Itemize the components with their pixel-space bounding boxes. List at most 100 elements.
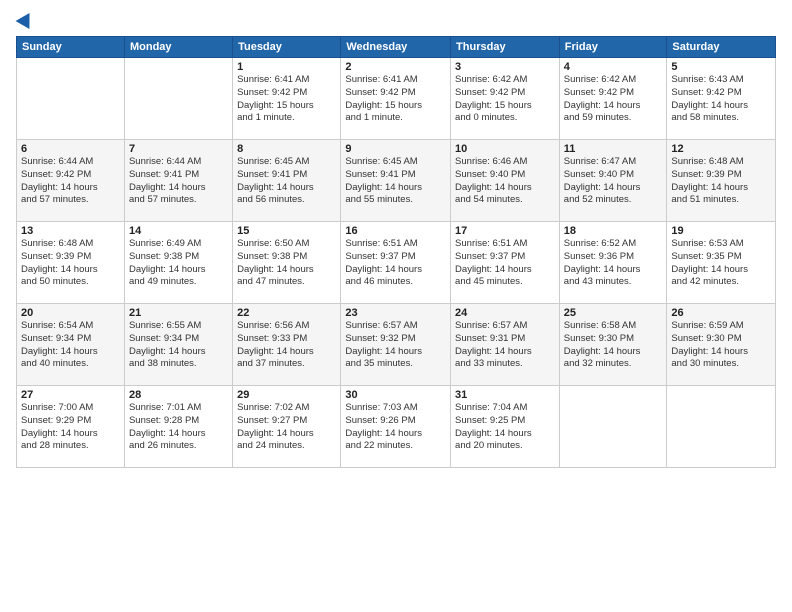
calendar-cell: 13Sunrise: 6:48 AM Sunset: 9:39 PM Dayli…	[17, 222, 125, 304]
calendar-cell: 8Sunrise: 6:45 AM Sunset: 9:41 PM Daylig…	[233, 140, 341, 222]
calendar-week-row: 20Sunrise: 6:54 AM Sunset: 9:34 PM Dayli…	[17, 304, 776, 386]
day-number: 25	[564, 307, 663, 319]
day-number: 15	[237, 225, 336, 237]
calendar-cell	[559, 386, 667, 468]
calendar-table: SundayMondayTuesdayWednesdayThursdayFrid…	[16, 36, 776, 468]
day-info: Sunrise: 7:00 AM Sunset: 9:29 PM Dayligh…	[21, 402, 120, 453]
day-info: Sunrise: 6:51 AM Sunset: 9:37 PM Dayligh…	[455, 238, 555, 289]
day-info: Sunrise: 6:53 AM Sunset: 9:35 PM Dayligh…	[671, 238, 771, 289]
calendar-cell	[124, 58, 232, 140]
weekday-header: Thursday	[451, 37, 560, 58]
calendar-cell: 23Sunrise: 6:57 AM Sunset: 9:32 PM Dayli…	[341, 304, 451, 386]
calendar-cell: 5Sunrise: 6:43 AM Sunset: 9:42 PM Daylig…	[667, 58, 776, 140]
calendar-cell: 9Sunrise: 6:45 AM Sunset: 9:41 PM Daylig…	[341, 140, 451, 222]
day-number: 11	[564, 143, 663, 155]
day-info: Sunrise: 6:41 AM Sunset: 9:42 PM Dayligh…	[345, 74, 446, 125]
day-number: 16	[345, 225, 446, 237]
calendar-cell: 30Sunrise: 7:03 AM Sunset: 9:26 PM Dayli…	[341, 386, 451, 468]
day-number: 6	[21, 143, 120, 155]
day-info: Sunrise: 6:58 AM Sunset: 9:30 PM Dayligh…	[564, 320, 663, 371]
calendar-cell: 7Sunrise: 6:44 AM Sunset: 9:41 PM Daylig…	[124, 140, 232, 222]
calendar-header-row: SundayMondayTuesdayWednesdayThursdayFrid…	[17, 37, 776, 58]
day-number: 29	[237, 389, 336, 401]
calendar-week-row: 6Sunrise: 6:44 AM Sunset: 9:42 PM Daylig…	[17, 140, 776, 222]
day-info: Sunrise: 7:04 AM Sunset: 9:25 PM Dayligh…	[455, 402, 555, 453]
day-number: 22	[237, 307, 336, 319]
calendar-cell: 1Sunrise: 6:41 AM Sunset: 9:42 PM Daylig…	[233, 58, 341, 140]
calendar-cell: 24Sunrise: 6:57 AM Sunset: 9:31 PM Dayli…	[451, 304, 560, 386]
day-number: 19	[671, 225, 771, 237]
day-info: Sunrise: 7:02 AM Sunset: 9:27 PM Dayligh…	[237, 402, 336, 453]
logo	[16, 12, 34, 28]
calendar-cell: 14Sunrise: 6:49 AM Sunset: 9:38 PM Dayli…	[124, 222, 232, 304]
day-number: 5	[671, 61, 771, 73]
calendar-cell: 20Sunrise: 6:54 AM Sunset: 9:34 PM Dayli…	[17, 304, 125, 386]
calendar-cell: 12Sunrise: 6:48 AM Sunset: 9:39 PM Dayli…	[667, 140, 776, 222]
calendar-cell: 11Sunrise: 6:47 AM Sunset: 9:40 PM Dayli…	[559, 140, 667, 222]
weekday-header: Wednesday	[341, 37, 451, 58]
day-info: Sunrise: 6:45 AM Sunset: 9:41 PM Dayligh…	[345, 156, 446, 207]
page-header	[16, 12, 776, 28]
logo-icon	[16, 9, 37, 29]
calendar-week-row: 13Sunrise: 6:48 AM Sunset: 9:39 PM Dayli…	[17, 222, 776, 304]
weekday-header: Friday	[559, 37, 667, 58]
calendar-cell: 15Sunrise: 6:50 AM Sunset: 9:38 PM Dayli…	[233, 222, 341, 304]
day-number: 1	[237, 61, 336, 73]
day-number: 2	[345, 61, 446, 73]
weekday-header: Tuesday	[233, 37, 341, 58]
calendar-cell: 25Sunrise: 6:58 AM Sunset: 9:30 PM Dayli…	[559, 304, 667, 386]
day-info: Sunrise: 6:42 AM Sunset: 9:42 PM Dayligh…	[564, 74, 663, 125]
day-number: 18	[564, 225, 663, 237]
day-info: Sunrise: 6:59 AM Sunset: 9:30 PM Dayligh…	[671, 320, 771, 371]
day-number: 3	[455, 61, 555, 73]
day-info: Sunrise: 6:48 AM Sunset: 9:39 PM Dayligh…	[21, 238, 120, 289]
day-number: 10	[455, 143, 555, 155]
day-info: Sunrise: 6:44 AM Sunset: 9:41 PM Dayligh…	[129, 156, 228, 207]
calendar-cell: 22Sunrise: 6:56 AM Sunset: 9:33 PM Dayli…	[233, 304, 341, 386]
calendar-cell: 3Sunrise: 6:42 AM Sunset: 9:42 PM Daylig…	[451, 58, 560, 140]
day-info: Sunrise: 6:43 AM Sunset: 9:42 PM Dayligh…	[671, 74, 771, 125]
day-number: 8	[237, 143, 336, 155]
day-info: Sunrise: 6:54 AM Sunset: 9:34 PM Dayligh…	[21, 320, 120, 371]
day-info: Sunrise: 6:47 AM Sunset: 9:40 PM Dayligh…	[564, 156, 663, 207]
weekday-header: Monday	[124, 37, 232, 58]
day-info: Sunrise: 6:57 AM Sunset: 9:31 PM Dayligh…	[455, 320, 555, 371]
calendar-week-row: 27Sunrise: 7:00 AM Sunset: 9:29 PM Dayli…	[17, 386, 776, 468]
calendar-cell: 4Sunrise: 6:42 AM Sunset: 9:42 PM Daylig…	[559, 58, 667, 140]
calendar-cell: 6Sunrise: 6:44 AM Sunset: 9:42 PM Daylig…	[17, 140, 125, 222]
day-number: 17	[455, 225, 555, 237]
weekday-header: Saturday	[667, 37, 776, 58]
calendar-cell: 27Sunrise: 7:00 AM Sunset: 9:29 PM Dayli…	[17, 386, 125, 468]
day-info: Sunrise: 6:55 AM Sunset: 9:34 PM Dayligh…	[129, 320, 228, 371]
day-number: 9	[345, 143, 446, 155]
calendar-cell: 19Sunrise: 6:53 AM Sunset: 9:35 PM Dayli…	[667, 222, 776, 304]
day-number: 24	[455, 307, 555, 319]
day-info: Sunrise: 6:52 AM Sunset: 9:36 PM Dayligh…	[564, 238, 663, 289]
day-number: 31	[455, 389, 555, 401]
day-info: Sunrise: 6:49 AM Sunset: 9:38 PM Dayligh…	[129, 238, 228, 289]
calendar-cell: 26Sunrise: 6:59 AM Sunset: 9:30 PM Dayli…	[667, 304, 776, 386]
calendar-week-row: 1 Sunrise: 6:41 AM Sunset: 9:42 PM Daylig…	[17, 58, 776, 140]
weekday-header: Sunday	[17, 37, 125, 58]
day-number: 21	[129, 307, 228, 319]
calendar-cell	[17, 58, 125, 140]
day-info: Sunrise: 6:57 AM Sunset: 9:32 PM Dayligh…	[345, 320, 446, 371]
day-number: 23	[345, 307, 446, 319]
calendar-cell: 17Sunrise: 6:51 AM Sunset: 9:37 PM Dayli…	[451, 222, 560, 304]
day-info: Sunrise: 6:50 AM Sunset: 9:38 PM Dayligh…	[237, 238, 336, 289]
day-number: 20	[21, 307, 120, 319]
day-number: 4	[564, 61, 663, 73]
day-info: Sunrise: 6:45 AM Sunset: 9:41 PM Dayligh…	[237, 156, 336, 207]
day-number: 27	[21, 389, 120, 401]
calendar-cell: 18Sunrise: 6:52 AM Sunset: 9:36 PM Dayli…	[559, 222, 667, 304]
calendar-cell: 2Sunrise: 6:41 AM Sunset: 9:42 PM Daylig…	[341, 58, 451, 140]
calendar-cell: 31Sunrise: 7:04 AM Sunset: 9:25 PM Dayli…	[451, 386, 560, 468]
day-info: Sunrise: 6:46 AM Sunset: 9:40 PM Dayligh…	[455, 156, 555, 207]
day-number: 30	[345, 389, 446, 401]
day-info: Sunrise: 6:48 AM Sunset: 9:39 PM Dayligh…	[671, 156, 771, 207]
day-number: 12	[671, 143, 771, 155]
day-info: Sunrise: 6:42 AM Sunset: 9:42 PM Dayligh…	[455, 74, 555, 125]
calendar-cell: 28Sunrise: 7:01 AM Sunset: 9:28 PM Dayli…	[124, 386, 232, 468]
day-number: 7	[129, 143, 228, 155]
calendar-cell: 21Sunrise: 6:55 AM Sunset: 9:34 PM Dayli…	[124, 304, 232, 386]
